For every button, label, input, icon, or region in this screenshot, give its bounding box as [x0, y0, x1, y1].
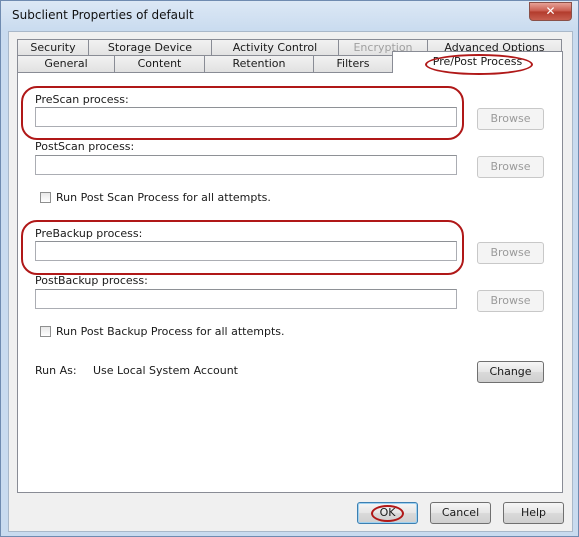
prescan-highlight-annotation — [21, 86, 464, 140]
pre-post-process-panel: PreScan process: Browse PostScan process… — [17, 72, 563, 493]
postbackup-label: PostBackup process: — [35, 274, 148, 287]
postbackup-browse-button[interactable]: Browse — [477, 290, 544, 312]
tab-retention[interactable]: Retention — [204, 55, 314, 72]
tab-activity-control[interactable]: Activity Control — [211, 39, 339, 56]
cancel-button[interactable]: Cancel — [430, 502, 491, 524]
tab-general[interactable]: General — [17, 55, 115, 72]
tab-filters[interactable]: Filters — [313, 55, 393, 72]
postscan-browse-button[interactable]: Browse — [477, 156, 544, 178]
prebackup-highlight-annotation — [21, 220, 464, 275]
tab-highlight-annotation — [425, 54, 533, 75]
postscan-all-attempts-label: Run Post Scan Process for all attempts. — [56, 191, 271, 204]
postbackup-input[interactable] — [35, 289, 457, 309]
close-icon[interactable]: ✕ — [529, 2, 572, 21]
tab-storage-device[interactable]: Storage Device — [88, 39, 212, 56]
postscan-label: PostScan process: — [35, 140, 135, 153]
help-button[interactable]: Help — [503, 502, 564, 524]
tab-security[interactable]: Security — [17, 39, 89, 56]
tab-content[interactable]: Content — [114, 55, 205, 72]
postbackup-all-attempts-checkbox[interactable] — [40, 326, 51, 337]
subclient-properties-dialog: Subclient Properties of default ✕ Securi… — [0, 0, 579, 537]
prebackup-browse-button[interactable]: Browse — [477, 242, 544, 264]
prescan-browse-button[interactable]: Browse — [477, 108, 544, 130]
window-title: Subclient Properties of default — [12, 8, 194, 22]
dialog-body: Security Storage Device Activity Control… — [8, 31, 573, 532]
postscan-input[interactable] — [35, 155, 457, 175]
run-as-label: Run As: — [35, 364, 77, 377]
ok-highlight-annotation — [371, 505, 404, 522]
run-as-value: Use Local System Account — [93, 364, 238, 377]
title-bar[interactable]: Subclient Properties of default ✕ — [1, 1, 578, 31]
postbackup-all-attempts-label: Run Post Backup Process for all attempts… — [56, 325, 285, 338]
change-account-button[interactable]: Change — [477, 361, 544, 383]
postscan-all-attempts-checkbox[interactable] — [40, 192, 51, 203]
